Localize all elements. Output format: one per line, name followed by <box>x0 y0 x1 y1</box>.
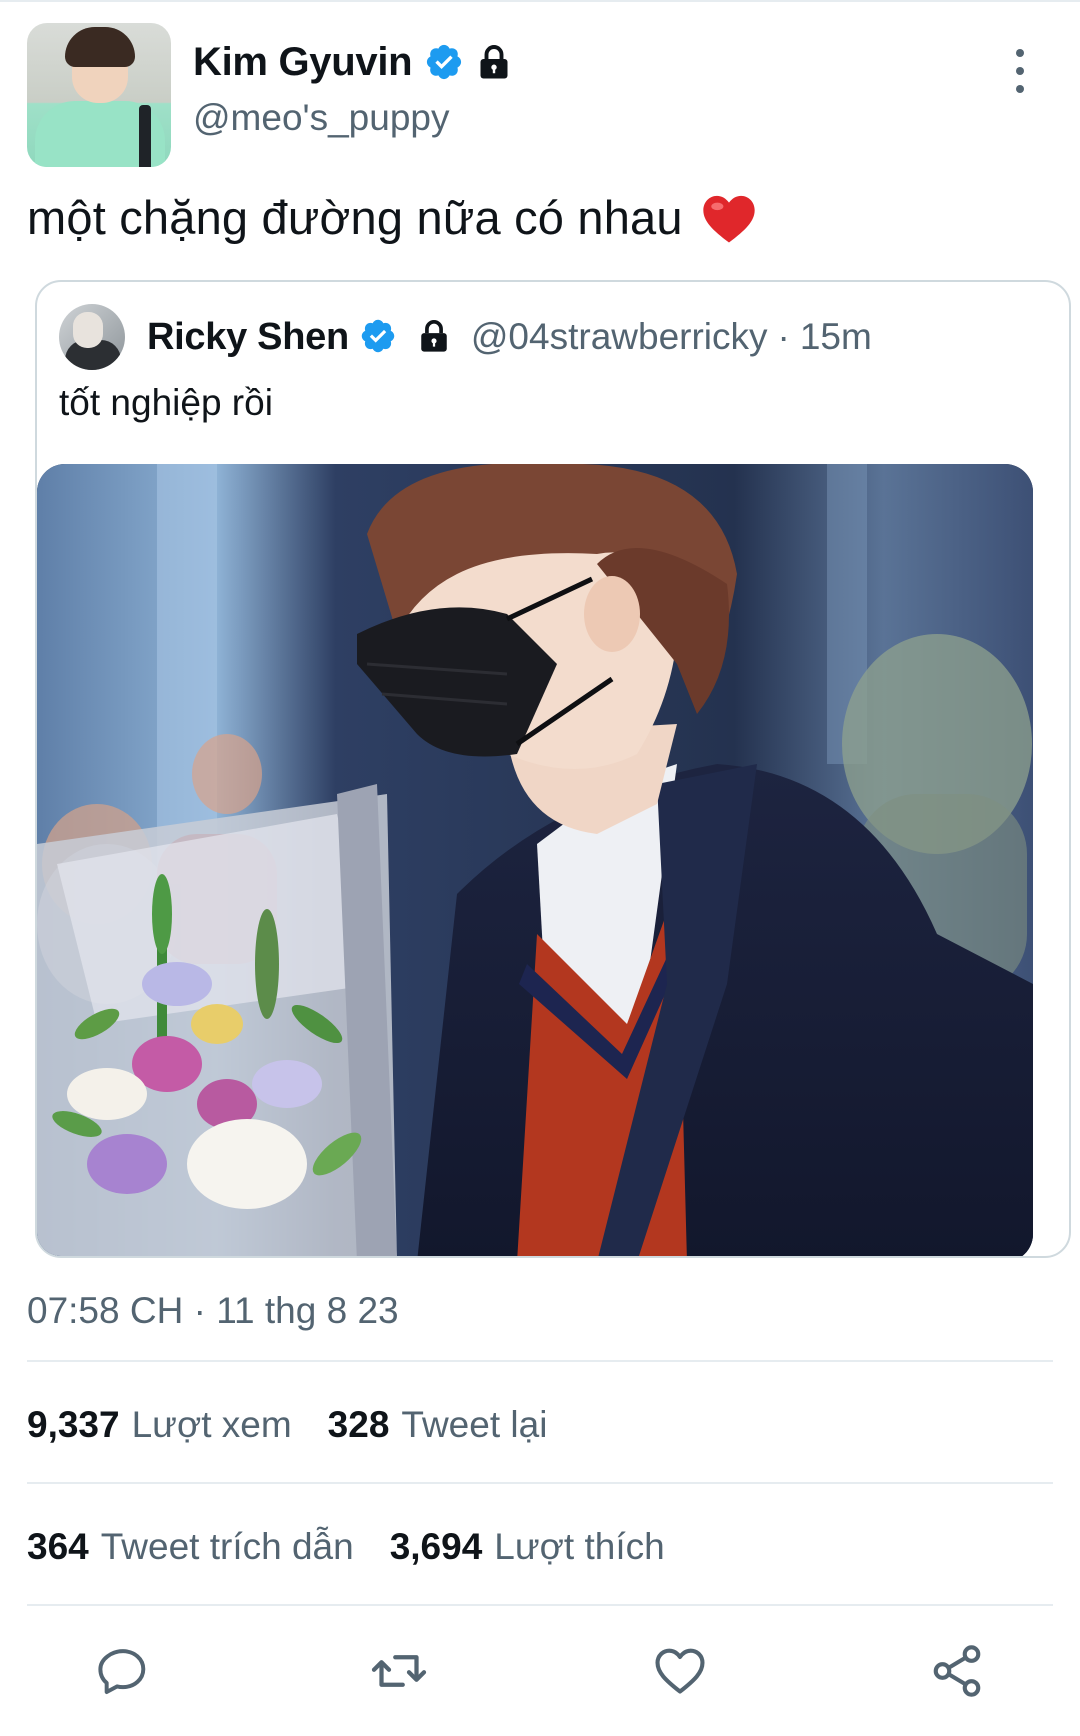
quoted-tweet-time[interactable]: 15m <box>800 316 872 358</box>
quoted-author-avatar[interactable] <box>59 304 125 370</box>
retweet-icon <box>371 1655 427 1687</box>
retweets-label: Tweet lại <box>401 1404 548 1445</box>
red-heart-emoji-icon <box>703 195 755 243</box>
quoted-tweet-text: tốt nghiệp rồi <box>59 382 273 423</box>
author-name-row: Kim Gyuvin <box>193 37 512 87</box>
verified-badge-icon <box>359 317 399 357</box>
reply-button[interactable] <box>88 1636 158 1706</box>
photo-graduate-with-flowers <box>37 464 1033 1256</box>
like-button[interactable] <box>645 1636 715 1706</box>
tweet-text: một chặng đường nữa có nhau <box>27 190 757 246</box>
heart-outline-icon <box>655 1648 705 1694</box>
share-icon <box>933 1645 981 1697</box>
tweet-body: một chặng đường nữa có nhau <box>27 191 683 244</box>
author-display-name[interactable]: Kim Gyuvin <box>193 40 413 85</box>
author-avatar[interactable] <box>27 23 171 167</box>
top-divider <box>0 0 1080 2</box>
retweets-stat[interactable]: 328 Tweet lại <box>328 1404 548 1446</box>
quoted-tweet-card[interactable]: Ricky Shen @04strawberricky · 15m tốt ng… <box>35 280 1071 1258</box>
stats-row-2: 364 Tweet trích dẫn 3,694 Lượt thích <box>27 1526 665 1568</box>
separator-dot: · <box>777 316 790 357</box>
tweet-timestamp[interactable]: 07:58 CH · 11 thg 8 23 <box>27 1290 399 1332</box>
quoted-tweet-header: Ricky Shen @04strawberricky · 15m <box>147 310 872 364</box>
quoted-tweet-photo[interactable] <box>37 464 1033 1256</box>
views-stat[interactable]: 9,337 Lượt xem <box>27 1404 292 1446</box>
lock-icon <box>417 317 453 357</box>
divider <box>27 1482 1053 1484</box>
views-label: Lượt xem <box>131 1404 292 1445</box>
stats-row-1: 9,337 Lượt xem 328 Tweet lại <box>27 1404 547 1446</box>
share-button[interactable] <box>922 1636 992 1706</box>
tweet-action-bar <box>0 1636 1080 1716</box>
views-count: 9,337 <box>27 1404 120 1445</box>
quoted-author-handle[interactable]: @04strawberricky <box>471 316 768 358</box>
lock-icon <box>476 42 512 82</box>
author-handle[interactable]: @meo's_puppy <box>193 97 450 139</box>
more-options-button[interactable] <box>1005 49 1035 93</box>
tweet-author-header: Kim Gyuvin @meo's_puppy <box>27 23 1057 168</box>
reply-icon <box>98 1649 146 1694</box>
verified-badge-icon <box>424 42 464 82</box>
retweet-button[interactable] <box>364 1636 434 1706</box>
quote-tweets-stat[interactable]: 364 Tweet trích dẫn <box>27 1526 354 1568</box>
divider <box>27 1360 1053 1362</box>
retweets-count: 328 <box>327 1404 390 1445</box>
quotes-count: 364 <box>27 1526 89 1567</box>
likes-label: Lượt thích <box>494 1526 665 1567</box>
quotes-label: Tweet trích dẫn <box>100 1526 354 1567</box>
quoted-author-name[interactable]: Ricky Shen <box>147 316 349 359</box>
likes-count: 3,694 <box>389 1526 483 1567</box>
likes-stat[interactable]: 3,694 Lượt thích <box>390 1526 665 1568</box>
divider <box>27 1604 1053 1606</box>
